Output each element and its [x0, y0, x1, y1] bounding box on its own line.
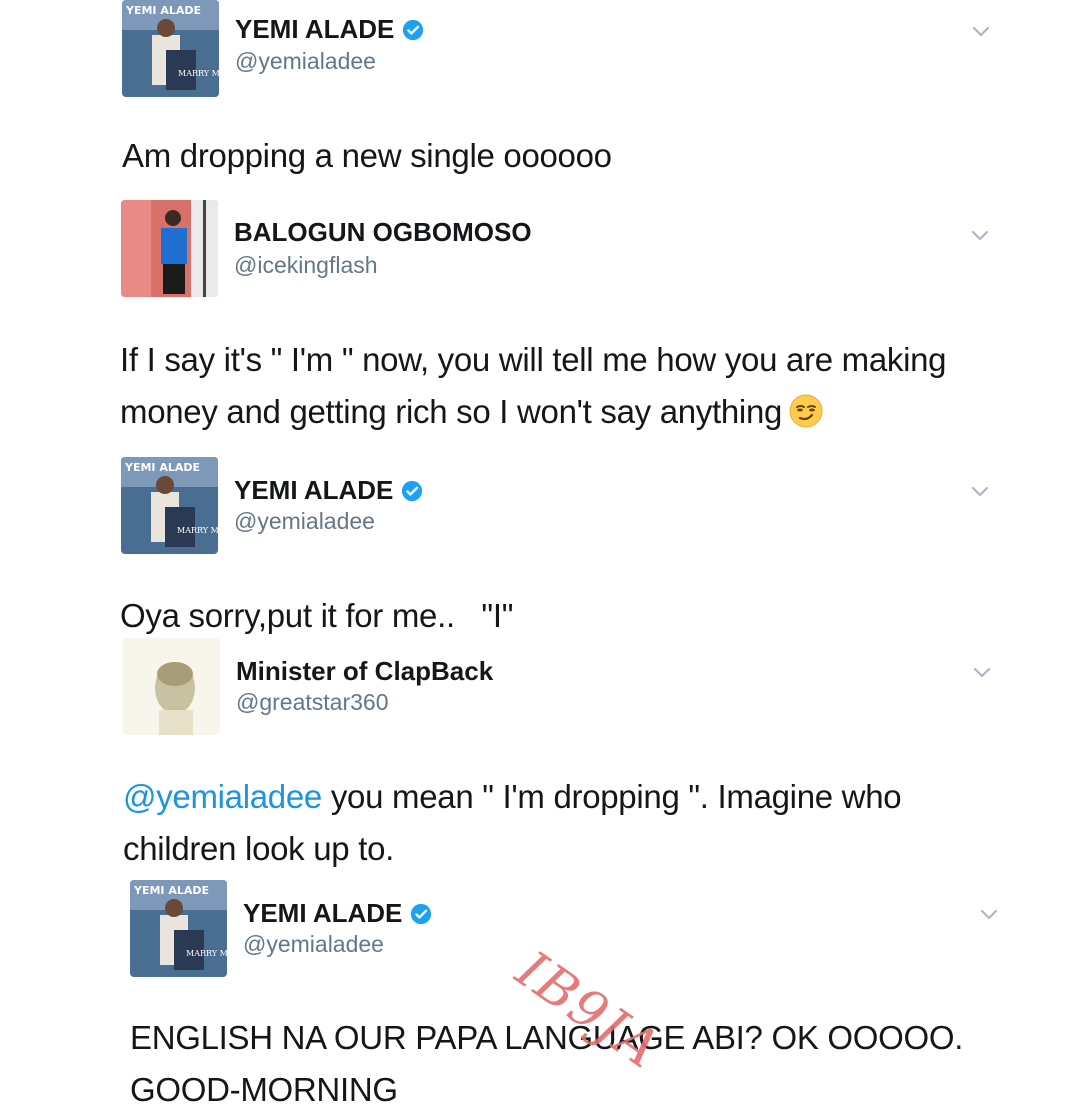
tweet-text-line: ENGLISH NA OUR PAPA LANGUAGE ABI? OK OOO…	[130, 1019, 964, 1056]
tweet-text-line: If I say it's " I'm " now, you will tell…	[120, 341, 947, 378]
avatar[interactable]	[121, 200, 218, 297]
avatar[interactable]: YEMI ALADE MARRY ME	[122, 0, 219, 97]
smirking-face-icon	[788, 393, 824, 429]
display-name-text: YEMI ALADE	[234, 475, 394, 505]
username-handle[interactable]: @yemialadee	[234, 508, 375, 535]
tweet-text: If I say it's " I'm " now, you will tell…	[120, 334, 947, 438]
tweet-text-line: GOOD-MORNING	[130, 1071, 398, 1108]
display-name-text: YEMI ALADE	[235, 14, 395, 44]
display-name[interactable]: YEMI ALADE	[235, 14, 424, 45]
username-handle[interactable]: @icekingflash	[234, 252, 378, 279]
album-logo-text: YEMI ALADE	[125, 4, 201, 17]
tweet-text: ENGLISH NA OUR PAPA LANGUAGE ABI? OK OOO…	[130, 1012, 963, 1116]
tweet-text: Oya sorry,put it for me.. "I"	[120, 597, 514, 634]
mention-link[interactable]: @yemialadee	[123, 778, 322, 815]
display-name[interactable]: YEMI ALADE	[234, 475, 423, 506]
verified-badge-icon	[402, 19, 424, 41]
display-name-text: YEMI ALADE	[243, 898, 403, 928]
display-name[interactable]: YEMI ALADE	[243, 898, 432, 929]
chevron-down-icon[interactable]	[972, 26, 990, 38]
tweet-text-line: children look up to.	[123, 830, 395, 867]
display-name-text: BALOGUN OGBOMOSO	[234, 217, 532, 247]
tweet-text: @yemialadee you mean " I'm dropping ". I…	[123, 771, 902, 875]
tweet-text-line-content: money and getting rich so I won't say an…	[120, 393, 783, 430]
tweet-text-line-content: you mean " I'm dropping ". Imagine who	[321, 778, 902, 815]
album-logo-text: YEMI ALADE	[133, 884, 209, 897]
chevron-down-icon[interactable]	[973, 667, 991, 679]
album-title-text: MARRY ME	[186, 949, 227, 958]
avatar[interactable]: YEMI ALADE MARRY ME	[130, 880, 227, 977]
display-name[interactable]: Minister of ClapBack	[236, 656, 493, 687]
username-handle[interactable]: @yemialadee	[235, 48, 376, 75]
tweet-text: Am dropping a new single oooooo	[122, 137, 612, 174]
avatar[interactable]: YEMI ALADE MARRY ME	[121, 457, 218, 554]
avatar[interactable]	[123, 638, 220, 735]
chevron-down-icon[interactable]	[980, 909, 998, 921]
display-name-text: Minister of ClapBack	[236, 656, 494, 686]
album-title-text: MARRY ME	[177, 526, 218, 535]
verified-badge-icon	[401, 480, 423, 502]
display-name[interactable]: BALOGUN OGBOMOSO	[234, 217, 532, 248]
chevron-down-icon[interactable]	[971, 486, 989, 498]
username-handle[interactable]: @yemialadee	[243, 931, 384, 958]
chevron-down-icon[interactable]	[971, 230, 989, 242]
album-logo-text: YEMI ALADE	[124, 461, 200, 474]
tweet-text-line: money and getting rich so I won't say an…	[120, 386, 946, 438]
tweet-text-line: @yemialadee you mean " I'm dropping ". I…	[123, 771, 902, 823]
album-title-text: MARRY ME	[178, 69, 219, 78]
verified-badge-icon	[410, 903, 432, 925]
username-handle[interactable]: @greatstar360	[236, 689, 389, 716]
